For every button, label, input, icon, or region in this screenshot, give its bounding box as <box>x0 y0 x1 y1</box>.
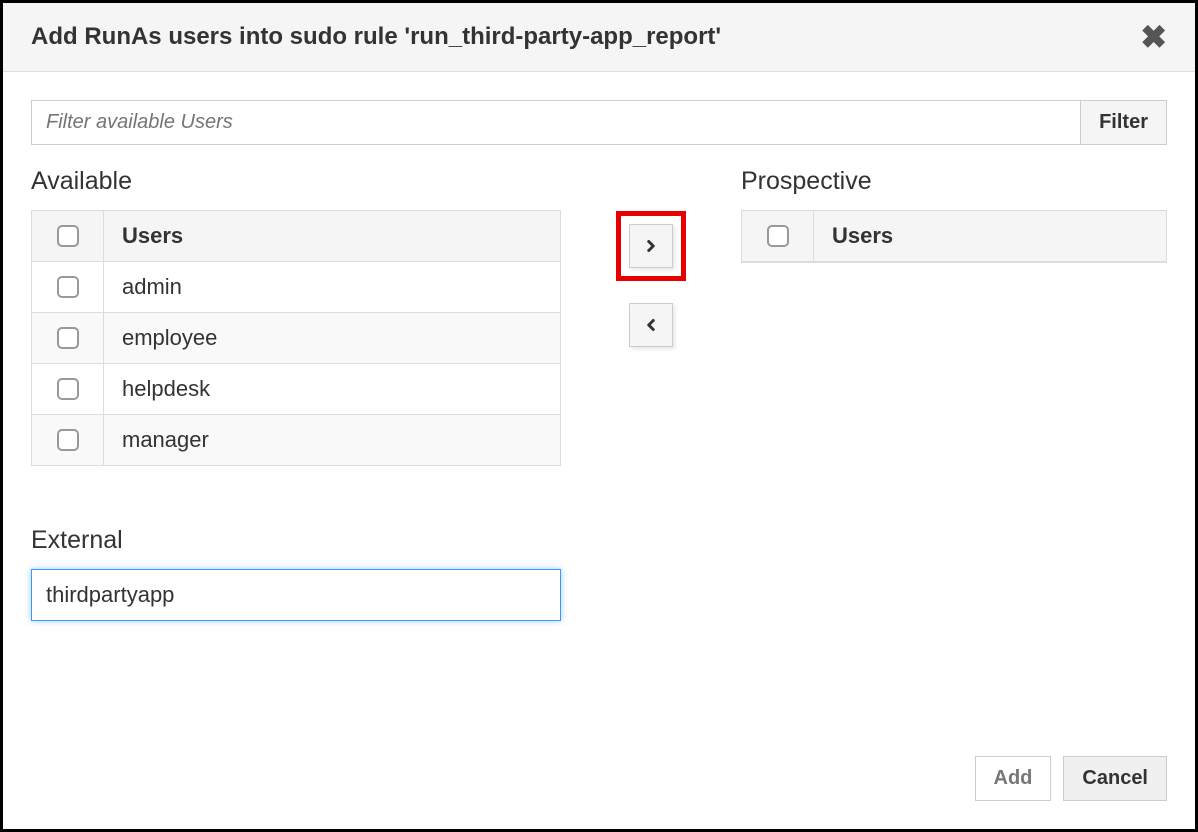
chevron-left-icon <box>642 316 660 334</box>
prospective-column-header: Users <box>814 211 1166 261</box>
table-row: manager <box>32 415 560 465</box>
row-checkbox[interactable] <box>57 378 79 400</box>
row-checkbox[interactable] <box>57 327 79 349</box>
add-button[interactable]: Add <box>975 756 1052 801</box>
available-select-all-checkbox[interactable] <box>57 225 79 247</box>
close-button[interactable]: ✖ <box>1140 21 1167 53</box>
external-section: External <box>31 526 561 621</box>
prospective-column: Prospective Users <box>741 167 1167 621</box>
transfer-container: Available Users admin <box>31 167 1167 621</box>
row-checkbox-cell <box>32 313 104 363</box>
cancel-button[interactable]: Cancel <box>1063 756 1167 801</box>
prospective-select-all-cell <box>742 211 814 261</box>
available-column: Available Users admin <box>31 167 561 621</box>
user-cell[interactable]: helpdesk <box>104 364 560 414</box>
filter-button[interactable]: Filter <box>1081 100 1167 145</box>
table-row: helpdesk <box>32 364 560 415</box>
chevron-right-icon <box>642 237 660 255</box>
dialog-body: Filter Available Users <box>3 72 1195 738</box>
dialog-add-runas-users: Add RunAs users into sudo rule 'run_thir… <box>0 0 1198 832</box>
user-cell[interactable]: admin <box>104 262 560 312</box>
dialog-header: Add RunAs users into sudo rule 'run_thir… <box>3 3 1195 72</box>
external-input[interactable] <box>31 569 561 621</box>
row-checkbox-cell <box>32 364 104 414</box>
available-table-header: Users <box>32 211 560 262</box>
row-checkbox-cell <box>32 415 104 465</box>
filter-input[interactable] <box>31 100 1081 145</box>
prospective-table-header: Users <box>742 211 1166 262</box>
dialog-footer: Add Cancel <box>3 738 1195 829</box>
user-cell[interactable]: employee <box>104 313 560 363</box>
available-table: Users admin employee <box>31 210 561 466</box>
transfer-controls <box>561 167 741 621</box>
close-icon: ✖ <box>1140 19 1167 55</box>
row-checkbox[interactable] <box>57 429 79 451</box>
move-left-button[interactable] <box>629 303 673 347</box>
dialog-title: Add RunAs users into sudo rule 'run_thir… <box>31 23 721 51</box>
row-checkbox[interactable] <box>57 276 79 298</box>
prospective-table: Users <box>741 210 1167 263</box>
table-row: admin <box>32 262 560 313</box>
add-button-highlight <box>616 211 686 281</box>
prospective-heading: Prospective <box>741 167 1167 196</box>
row-checkbox-cell <box>32 262 104 312</box>
user-cell[interactable]: manager <box>104 415 560 465</box>
available-heading: Available <box>31 167 561 196</box>
prospective-select-all-checkbox[interactable] <box>767 225 789 247</box>
filter-row: Filter <box>31 100 1167 145</box>
table-row: employee <box>32 313 560 364</box>
external-heading: External <box>31 526 561 555</box>
available-column-header: Users <box>104 211 560 261</box>
available-select-all-cell <box>32 211 104 261</box>
move-right-button[interactable] <box>629 224 673 268</box>
